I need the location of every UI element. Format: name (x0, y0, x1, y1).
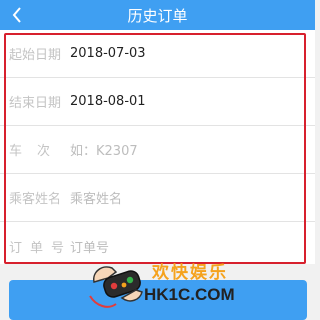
passenger-name-label: 乘客姓名 (9, 192, 62, 207)
page-title: 历史订单 (127, 6, 188, 25)
app-header: 历史订单 (0, 0, 315, 30)
order-number-label: 订单号 (9, 240, 73, 256)
order-number-input[interactable]: 订单号 (70, 237, 109, 256)
end-date-value[interactable]: 2018-08-01 (70, 94, 146, 109)
search-form: 起始日期 2018-07-03 结束日期 2018-08-01 车次 如：K23… (0, 30, 315, 264)
train-number-row[interactable]: 车次 如：K2307 (0, 126, 315, 174)
passenger-name-input[interactable]: 乘客姓名 (70, 188, 122, 207)
end-date-row[interactable]: 结束日期 2018-08-01 (0, 78, 315, 126)
order-number-row[interactable]: 订单号 订单号 (0, 222, 315, 270)
query-button[interactable] (9, 280, 307, 320)
train-number-input[interactable]: 如：K2307 (70, 140, 138, 159)
start-date-label: 起始日期 (9, 48, 62, 63)
start-date-row[interactable]: 起始日期 2018-07-03 (0, 30, 315, 78)
start-date-value[interactable]: 2018-07-03 (70, 46, 146, 61)
end-date-label: 结束日期 (9, 96, 62, 111)
passenger-name-row[interactable]: 乘客姓名 乘客姓名 (0, 174, 315, 222)
train-number-label: 车次 (9, 144, 66, 159)
